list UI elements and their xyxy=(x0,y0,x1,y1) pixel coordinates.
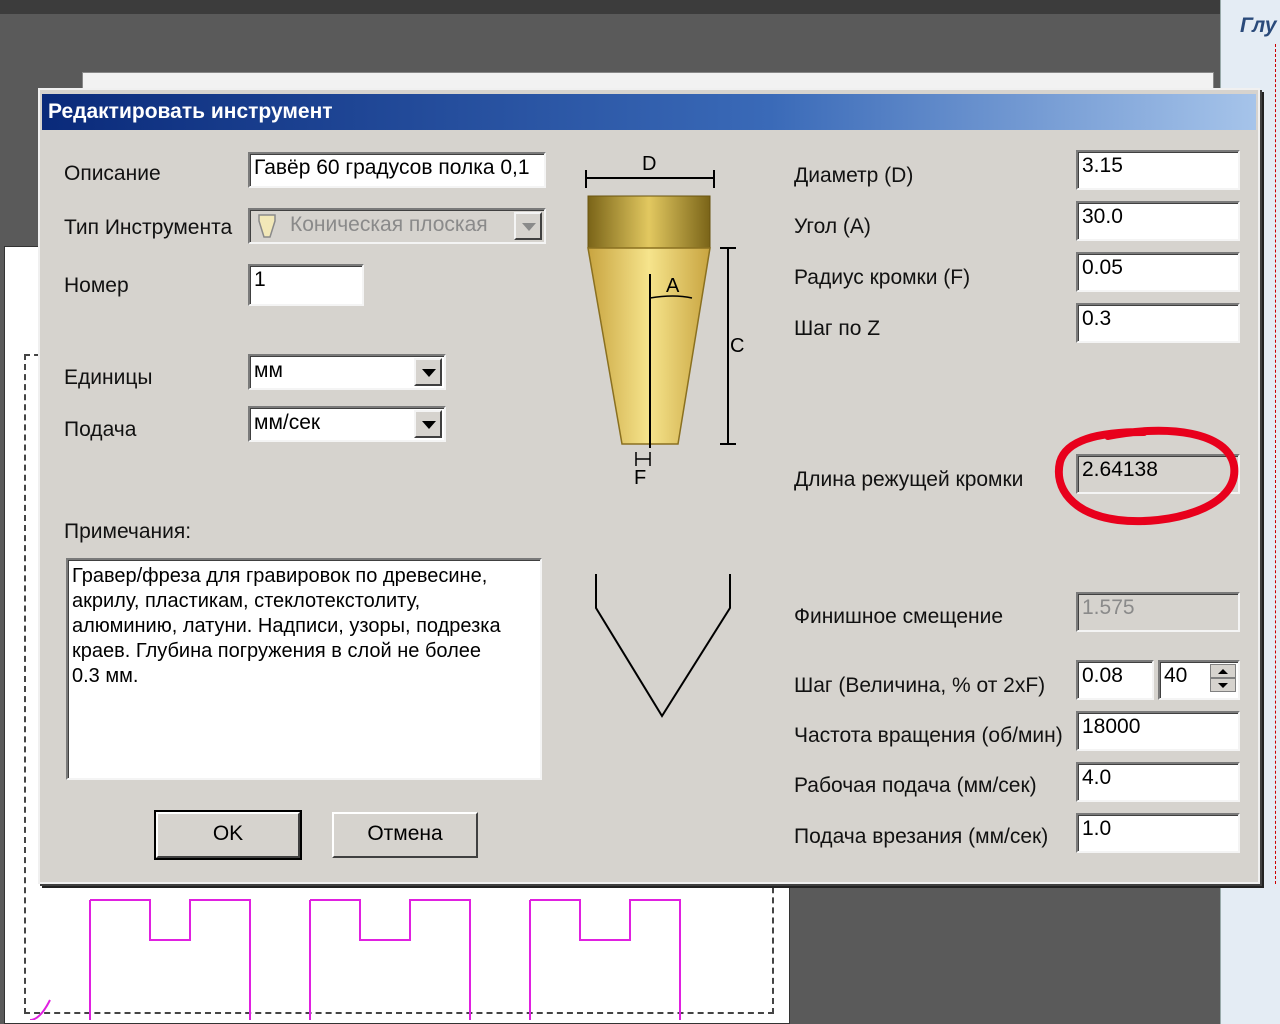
diameter-input[interactable]: 3.15 xyxy=(1076,150,1240,190)
angle-label: Угол (A) xyxy=(794,215,871,238)
ok-button[interactable]: OK xyxy=(154,810,302,860)
chevron-down-icon[interactable] xyxy=(414,410,442,438)
chevron-down-icon[interactable] xyxy=(414,358,442,386)
z-step-input[interactable]: 0.3 xyxy=(1076,303,1240,343)
plunge-feed-label: Подача врезания (мм/сек) xyxy=(794,825,1049,848)
z-step-label: Шаг по Z xyxy=(794,317,881,340)
units-value: мм xyxy=(254,359,283,382)
highlight-annotation xyxy=(1054,426,1239,526)
tool-type-label: Тип Инструмента xyxy=(64,216,233,239)
description-label: Описание xyxy=(64,162,161,185)
number-input[interactable]: 1 xyxy=(248,264,364,306)
units-label: Единицы xyxy=(64,366,153,389)
spindle-speed-input[interactable]: 18000 xyxy=(1076,711,1240,751)
stepover-percent-spinner[interactable]: 40 xyxy=(1158,660,1240,700)
background-vector-letters xyxy=(30,899,681,1020)
description-value: Гавёр 60 градусов полка 0,1 xyxy=(254,156,530,179)
stepover-percent-value: 40 xyxy=(1164,664,1188,687)
spin-down-icon[interactable] xyxy=(1210,678,1236,692)
background-top-strip xyxy=(0,0,1220,14)
edge-radius-input[interactable]: 0.05 xyxy=(1076,252,1240,292)
work-feed-input[interactable]: 4.0 xyxy=(1076,762,1240,802)
radius-f-label: F xyxy=(634,467,646,489)
tool-type-select[interactable]: Коническая плоская xyxy=(248,208,546,244)
work-feed-value: 4.0 xyxy=(1082,766,1112,789)
finish-offset-label: Финишное смещение xyxy=(794,605,1004,628)
angle-a-label: A xyxy=(666,275,680,297)
description-input[interactable]: Гавёр 60 градусов полка 0,1 xyxy=(248,152,546,188)
stepover-input[interactable]: 0.08 xyxy=(1076,660,1154,700)
plunge-feed-input[interactable]: 1.0 xyxy=(1076,813,1240,853)
stepover-value: 0.08 xyxy=(1082,664,1123,687)
number-label: Номер xyxy=(64,274,129,297)
angle-value: 30.0 xyxy=(1082,205,1123,228)
work-feed-label: Рабочая подача (мм/сек) xyxy=(794,774,1037,797)
diameter-d-label: D xyxy=(642,153,656,175)
dialog-title: Редактировать инструмент xyxy=(48,100,333,123)
cancel-button[interactable]: Отмена xyxy=(332,812,478,858)
tool-type-value: Коническая плоская xyxy=(290,213,488,236)
z-step-value: 0.3 xyxy=(1082,307,1112,330)
stepover-label: Шаг (Величина, % от 2xF) xyxy=(794,674,1046,697)
tapered-bit-icon xyxy=(258,214,276,238)
diameter-label: Диаметр (D) xyxy=(794,164,914,187)
cutting-length-label: Длина режущей кромки xyxy=(794,468,1024,491)
number-value: 1 xyxy=(254,268,266,291)
angle-input[interactable]: 30.0 xyxy=(1076,201,1240,241)
feed-units-select[interactable]: мм/сек xyxy=(248,406,446,442)
title-bar[interactable]: Редактировать инструмент xyxy=(42,94,1256,130)
spin-up-icon[interactable] xyxy=(1210,664,1236,678)
feed-units-value: мм/сек xyxy=(254,411,321,434)
finish-offset-value: 1.575 xyxy=(1082,596,1135,619)
spindle-speed-label: Частота вращения (об/мин) xyxy=(794,724,1063,747)
diameter-value: 3.15 xyxy=(1082,154,1123,177)
tool-diagram: D A C F xyxy=(585,153,744,489)
height-c-label: C xyxy=(730,335,744,357)
tool-profile-preview xyxy=(595,574,731,718)
background-panel-label: Глу xyxy=(1240,14,1277,37)
feed-label: Подача xyxy=(64,418,137,441)
edge-radius-value: 0.05 xyxy=(1082,256,1123,279)
edge-radius-label: Радиус кромки (F) xyxy=(794,266,971,289)
notes-label: Примечания: xyxy=(64,520,192,543)
plunge-feed-value: 1.0 xyxy=(1082,817,1112,840)
spindle-speed-value: 18000 xyxy=(1082,715,1141,738)
notes-textarea[interactable]: Гравер/фреза для гравировок по древесине… xyxy=(66,558,542,780)
units-select[interactable]: мм xyxy=(248,354,446,390)
spinner-buttons[interactable] xyxy=(1210,664,1236,692)
finish-offset-field: 1.575 xyxy=(1076,592,1240,632)
edit-tool-dialog: Редактировать инструмент Описание Гавёр … xyxy=(38,88,1260,884)
chevron-down-icon[interactable] xyxy=(514,212,542,240)
